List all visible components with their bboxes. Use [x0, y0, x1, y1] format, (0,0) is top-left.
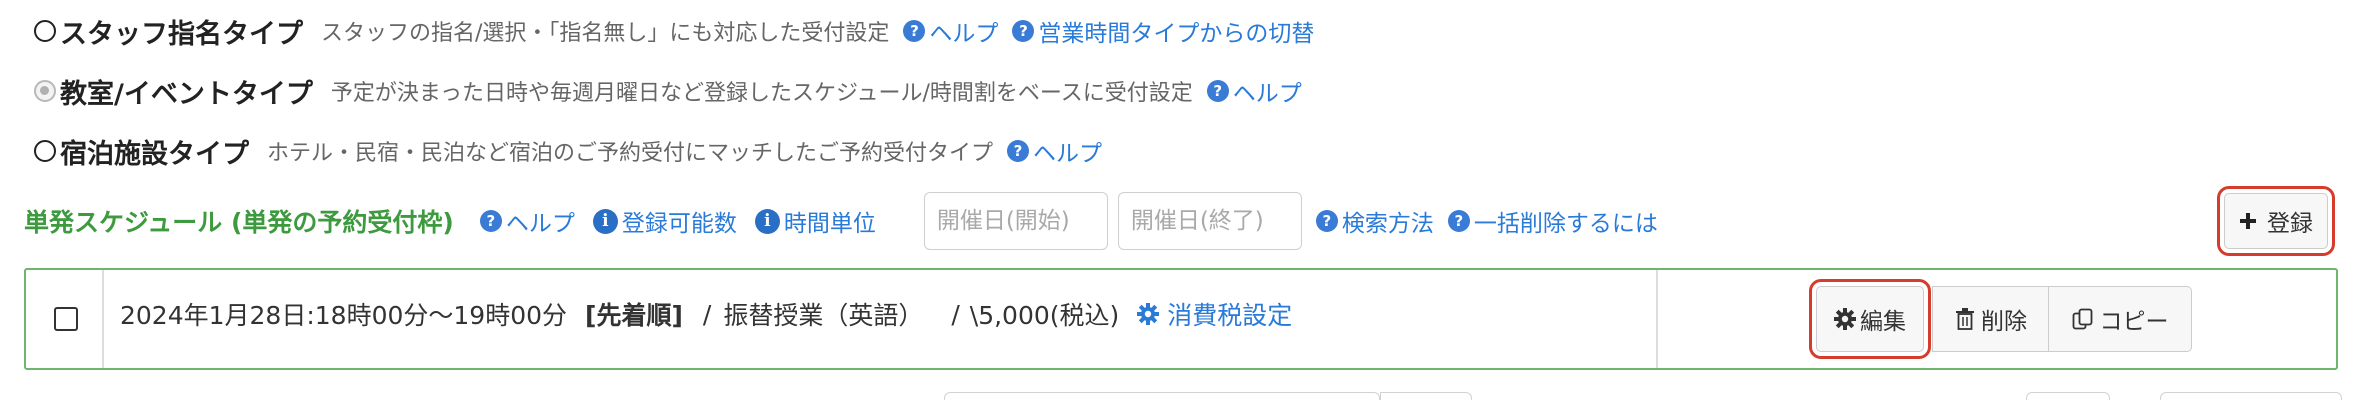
bulk-delete-link[interactable]: 一括削除するには — [1474, 204, 1658, 238]
info-icon: i — [754, 208, 780, 234]
gear-icon — [1137, 303, 1160, 325]
help-icon: ? — [903, 20, 926, 42]
delete-label: 削除 — [1981, 309, 2027, 335]
lodging-type-radio[interactable] — [34, 140, 56, 162]
search-method-link[interactable]: 検索方法 — [1342, 204, 1434, 238]
time-unit-link[interactable]: 時間単位 — [784, 204, 876, 238]
help-icon: ? — [1206, 80, 1229, 102]
schedule-order: [先着順] — [585, 301, 683, 330]
help-icon: ? — [1315, 210, 1338, 232]
help-icon: ? — [1447, 210, 1470, 232]
delete-button[interactable]: 削除 — [1932, 286, 2050, 352]
class-event-type-description: 予定が決まった日時や毎週月曜日など登録したスケジュール/時間割をベースに受付設定 — [330, 81, 1193, 106]
copy-icon — [2072, 308, 2092, 330]
end-date-input[interactable] — [1117, 192, 1302, 250]
separator: / — [702, 299, 712, 329]
next-row-input — [944, 392, 1380, 400]
schedule-entry-text: 2024年1月28日:18時00分〜19時00分 [先着順] / 振替授業（英語… — [120, 296, 1292, 332]
staff-help-link[interactable]: ヘルプ — [929, 14, 998, 48]
separator: / — [951, 299, 960, 329]
class-event-help-link[interactable]: ヘルプ — [1233, 74, 1302, 108]
staff-type-row: スタッフ指名タイプ スタッフの指名/選択・「指名無し」にも対応した受付設定 ? … — [0, 14, 2370, 50]
lodging-help-link[interactable]: ヘルプ — [1033, 134, 1102, 168]
schedule-entry: 2024年1月28日:18時00分〜19時00分 [先着順] / 振替授業（英語… — [24, 268, 2338, 370]
help-icon: ? — [1007, 140, 1030, 162]
capacity-link[interactable]: 登録可能数 — [622, 204, 737, 238]
register-label: 登録 — [2267, 211, 2313, 237]
section-title: 単発スケジュール (単発の予約受付枠) — [24, 208, 454, 237]
next-row-button — [2160, 392, 2342, 400]
start-date-input[interactable] — [923, 192, 1108, 250]
next-row-input — [1380, 392, 1472, 400]
staff-type-description: スタッフの指名/選択・「指名無し」にも対応した受付設定 — [321, 21, 890, 46]
class-event-type-row: 教室/イベントタイプ 予定が決まった日時や毎週月曜日など登録したスケジュール/時… — [0, 74, 2370, 110]
next-row-button — [2026, 392, 2110, 400]
schedule-help-link[interactable]: ヘルプ — [506, 204, 575, 238]
edit-button[interactable]: 編集 — [1809, 279, 1931, 359]
lodging-type-description: ホテル・民宿・民泊など宿泊のご予約受付にマッチしたご予約受付タイプ — [267, 141, 994, 166]
trash-icon — [1956, 308, 1974, 330]
schedule-name: 振替授業（英語） — [723, 301, 924, 330]
class-event-type-radio[interactable] — [34, 80, 56, 102]
gear-icon — [1834, 308, 1856, 330]
single-schedule-header: 単発スケジュール (単発の予約受付枠) ? ヘルプ i 登録可能数 i 時間単位… — [0, 190, 2370, 252]
schedule-datetime: 2024年1月28日:18時00分〜19時00分 — [120, 301, 568, 330]
staff-type-title: スタッフ指名タイプ — [60, 18, 303, 50]
help-icon: ? — [479, 210, 502, 232]
schedule-checkbox[interactable] — [54, 307, 78, 331]
lodging-type-title: 宿泊施設タイプ — [60, 138, 249, 170]
schedule-price: \5,000(税込) — [969, 301, 1120, 330]
divider — [1656, 270, 1658, 368]
copy-label: コピー — [2099, 309, 2169, 335]
lodging-type-row: 宿泊施設タイプ ホテル・民宿・民泊など宿泊のご予約受付にマッチしたご予約受付タイ… — [0, 134, 2370, 170]
tax-setting-link[interactable]: 消費税設定 — [1167, 296, 1292, 332]
copy-button[interactable]: コピー — [2048, 286, 2192, 352]
class-event-type-title: 教室/イベントタイプ — [60, 78, 313, 110]
divider — [102, 270, 104, 368]
switch-from-business-hours-link[interactable]: 営業時間タイプからの切替 — [1038, 14, 1314, 48]
register-button[interactable]: 登録 — [2217, 186, 2335, 256]
help-icon: ? — [1012, 20, 1035, 42]
info-icon: i — [592, 208, 618, 234]
plus-icon — [2240, 213, 2256, 229]
edit-label: 編集 — [1860, 309, 1906, 335]
staff-type-radio[interactable] — [34, 20, 56, 42]
